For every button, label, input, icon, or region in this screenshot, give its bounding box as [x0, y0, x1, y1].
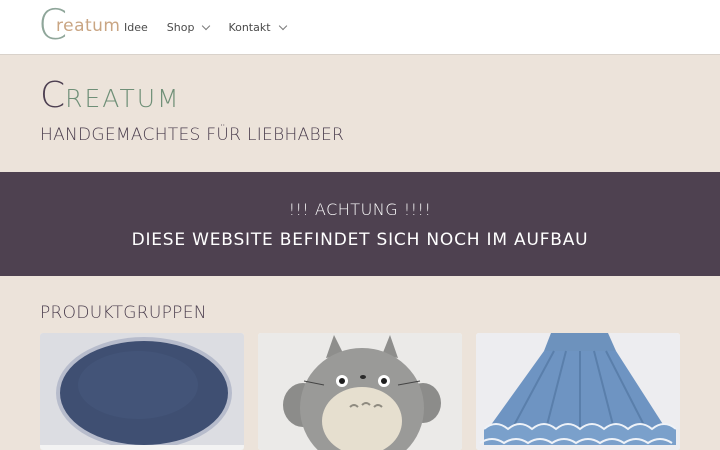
- chevron-down-icon: [202, 21, 211, 31]
- notice-banner: !!! ACHTUNG !!!! DIESE WEBSITE BEFINDET …: [0, 172, 720, 276]
- menu-item-kontakt[interactable]: Kontakt: [228, 21, 287, 34]
- menu-item-label: Shop: [166, 21, 195, 34]
- top-navigation: C reatum Idee Shop Kontakt: [0, 0, 720, 55]
- tagline: HANDGEMACHTES FÜR LIEBHABER: [40, 125, 345, 145]
- site-logo[interactable]: C reatum: [38, 2, 120, 48]
- totoro-image: [258, 333, 462, 450]
- menu-item-label: Idee: [124, 21, 148, 34]
- brand-word: REATUM: [65, 84, 181, 113]
- menu-item-label: Kontakt: [228, 21, 271, 34]
- menu-item-shop[interactable]: Shop: [166, 21, 211, 34]
- placemat-image: [40, 333, 244, 450]
- banner-warning: !!! ACHTUNG !!!!: [288, 200, 432, 219]
- chevron-down-icon: [278, 21, 287, 31]
- product-card-totoro[interactable]: [258, 333, 462, 450]
- skirt-image: [476, 333, 680, 450]
- product-groups-title: PRODUKTGRUPPEN: [40, 303, 207, 323]
- main-menu: Idee Shop Kontakt: [124, 0, 305, 55]
- logo-text: reatum: [56, 16, 121, 36]
- product-card-placemat[interactable]: [40, 333, 244, 450]
- hero-section: CREATUM HANDGEMACHTES FÜR LIEBHABER: [0, 56, 720, 171]
- product-card-skirt[interactable]: [476, 333, 680, 450]
- brand-heading: CREATUM: [40, 76, 181, 118]
- menu-item-idee[interactable]: Idee: [124, 21, 148, 34]
- brand-letter: C: [40, 75, 66, 116]
- banner-message: DIESE WEBSITE BEFINDET SICH NOCH IM AUFB…: [131, 230, 589, 250]
